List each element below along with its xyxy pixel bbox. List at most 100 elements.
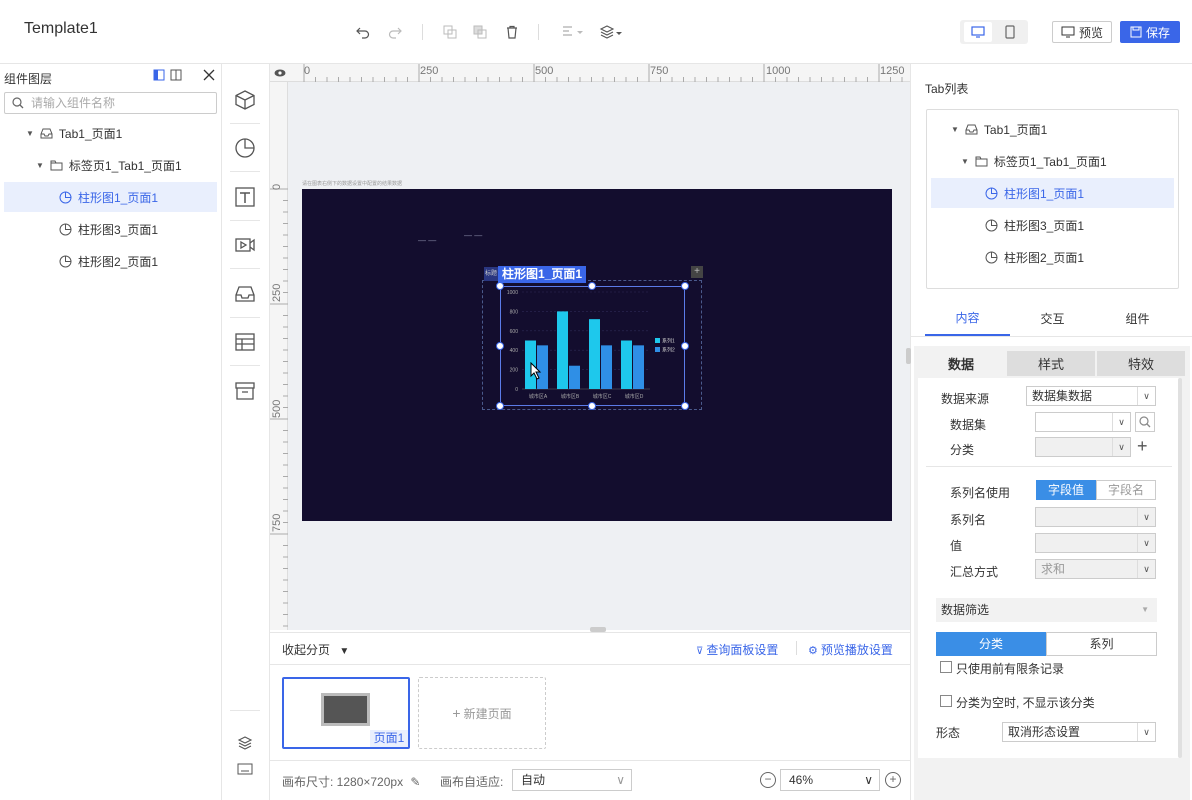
series-name-select[interactable]: ∨ [1035, 507, 1156, 527]
tab-tree-item-tab1[interactable]: ▼ Tab1_页面1 [931, 114, 1174, 144]
collapse-pages-toggle[interactable]: 收起分页 ▼ [282, 641, 349, 658]
hide-empty-checkbox[interactable] [940, 695, 952, 707]
dataset-select[interactable]: ∨ [1035, 412, 1131, 432]
filter-series-tab[interactable]: 系列 [1046, 632, 1157, 656]
search-icon[interactable] [1135, 412, 1155, 432]
query-panel-settings-link[interactable]: ⊽ 查询面板设置 [696, 641, 778, 658]
field-name-toggle[interactable]: 字段名 [1096, 480, 1156, 500]
shape-select[interactable]: 取消形态设置 ∨ [1002, 722, 1156, 742]
aggregation-label: 汇总方式 [950, 565, 999, 579]
ruler-vertical [270, 82, 288, 630]
preview-button[interactable]: 预览 [1052, 21, 1112, 43]
inbox-icon[interactable] [232, 281, 258, 307]
layer-item-tabpage[interactable]: ▼ 标签页1_Tab1_页面1 [4, 150, 217, 180]
auto-fit-select[interactable]: 自动 ∨ [512, 769, 632, 791]
layer-item-tab1[interactable]: ▼ Tab1_页面1 [4, 118, 217, 148]
tab-tree-label: 标签页1_Tab1_页面1 [993, 154, 1107, 169]
zoom-in-icon[interactable]: + [885, 772, 901, 788]
subtab-style[interactable]: 样式 [1007, 351, 1095, 376]
layer-item-chart2[interactable]: 柱形图2_页面1 [4, 246, 217, 276]
subtab-data[interactable]: 数据 [917, 351, 1005, 376]
chart-pie-icon [59, 223, 72, 236]
table-icon[interactable] [232, 329, 258, 355]
send-back-icon[interactable] [470, 22, 490, 42]
divider [926, 466, 1172, 467]
save-button[interactable]: 保存 [1120, 21, 1180, 43]
value-select[interactable]: ∨ [1035, 533, 1156, 553]
delete-icon[interactable] [502, 22, 522, 42]
resize-handle[interactable] [496, 402, 504, 410]
query-panel-label: 查询面板设置 [706, 643, 779, 657]
panel-resize-grip[interactable] [906, 348, 911, 364]
canvas-caption: 请在图表右侧下的数据设置中配置的结果数据 [302, 181, 403, 187]
tab-tree-item-chart3[interactable]: 柱形图3_页面1 [931, 210, 1174, 240]
archive-icon[interactable] [232, 378, 258, 404]
tab-tree-item-chart2[interactable]: 柱形图2_页面1 [931, 242, 1174, 272]
layer-item-chart3[interactable]: 柱形图3_页面1 [4, 214, 217, 244]
ruler-label: 500 [535, 65, 554, 77]
new-page-button[interactable]: + 新建页面 [418, 677, 546, 749]
caret-down-icon: ▼ [26, 128, 34, 138]
search-input[interactable]: 请输入组件名称 [4, 92, 217, 114]
undo-icon[interactable] [353, 22, 373, 42]
filter-category-tab[interactable]: 分类 [936, 632, 1046, 656]
resize-handle[interactable] [588, 282, 596, 290]
cube-icon[interactable] [232, 87, 258, 113]
ruler-label: 1000 [766, 65, 791, 77]
add-icon[interactable]: + [1137, 436, 1148, 456]
tab-tree-item-tabpage[interactable]: ▼ 标签页1_Tab1_页面1 [931, 146, 1174, 176]
split-view-icon[interactable] [170, 69, 182, 84]
zoom-select[interactable]: 46% ∨ [780, 769, 880, 791]
resize-handle[interactable] [496, 342, 504, 350]
shape-value: 取消形态设置 [1008, 725, 1081, 739]
text-icon[interactable] [232, 184, 258, 210]
caret-down-icon: ▼ [951, 124, 959, 134]
aggregation-select[interactable]: 求和 ∨ [1035, 559, 1156, 579]
tab-interaction[interactable]: 交互 [1010, 300, 1095, 336]
limit-records-checkbox[interactable] [940, 661, 952, 673]
ruler-label: 1250 [880, 65, 905, 77]
preview-label: 预览 [1078, 25, 1103, 40]
layer-item-chart1[interactable]: 柱形图1_页面1 [4, 182, 217, 212]
field-value-toggle[interactable]: 字段值 [1036, 480, 1096, 500]
resize-handle[interactable] [681, 402, 689, 410]
layout-toggle-icon[interactable] [153, 69, 165, 84]
align-icon[interactable] [560, 22, 586, 42]
auto-fit-label: 画布自适应: [440, 775, 504, 789]
layers-icon[interactable] [598, 22, 624, 42]
divider [230, 123, 260, 124]
bring-front-icon[interactable] [440, 22, 460, 42]
data-source-select[interactable]: 数据集数据 ∨ [1026, 386, 1156, 406]
resize-handle[interactable] [496, 282, 504, 290]
add-icon[interactable]: + [691, 266, 703, 278]
scrollbar[interactable] [1178, 378, 1182, 758]
tab-tree-label: 柱形图3_页面1 [1004, 218, 1085, 233]
resize-handle[interactable] [588, 402, 596, 410]
selected-component-tag[interactable]: 柱形图1_页面1 [498, 266, 587, 283]
redo-icon[interactable] [385, 22, 405, 42]
zoom-out-icon[interactable]: − [760, 772, 776, 788]
resize-handle[interactable] [681, 282, 689, 290]
close-icon[interactable] [203, 69, 215, 84]
tab-content[interactable]: 内容 [925, 300, 1010, 336]
category-select[interactable]: ∨ [1035, 437, 1131, 457]
pie-chart-icon[interactable] [232, 135, 258, 161]
video-icon[interactable] [232, 232, 258, 258]
resize-handle[interactable] [681, 342, 689, 350]
chart-selection-box[interactable] [500, 286, 685, 406]
desktop-icon[interactable] [964, 22, 992, 42]
canvas-size-text: 画布尺寸: 1280×720px ✎ [282, 773, 420, 790]
mobile-icon[interactable] [996, 22, 1024, 42]
tab-component[interactable]: 组件 [1095, 300, 1180, 336]
stack-layers-icon[interactable] [232, 730, 258, 756]
preview-play-settings-link[interactable]: ⚙ 预览播放设置 [808, 641, 893, 658]
chevron-down-icon: ∨ [1137, 560, 1155, 578]
divider [230, 317, 260, 318]
keyboard-icon[interactable] [232, 756, 258, 782]
edit-icon[interactable]: ✎ [410, 775, 420, 789]
data-filter-header[interactable]: 数据筛选 ▼ [936, 598, 1157, 622]
eye-icon[interactable] [274, 67, 286, 81]
tab-tree-item-chart1[interactable]: 柱形图1_页面1 [931, 178, 1174, 208]
subtab-effects[interactable]: 特效 [1097, 351, 1185, 376]
data-filter-label: 数据筛选 [941, 603, 990, 617]
